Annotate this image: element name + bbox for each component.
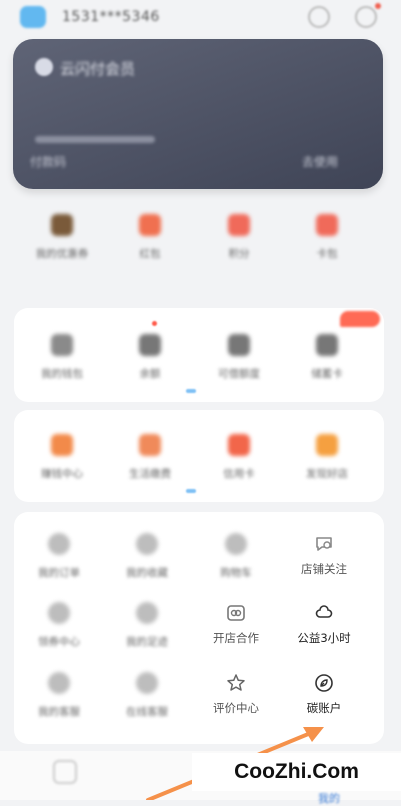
watermark: CooZhi.Com: [192, 753, 401, 791]
annotation-arrow: [146, 727, 324, 800]
